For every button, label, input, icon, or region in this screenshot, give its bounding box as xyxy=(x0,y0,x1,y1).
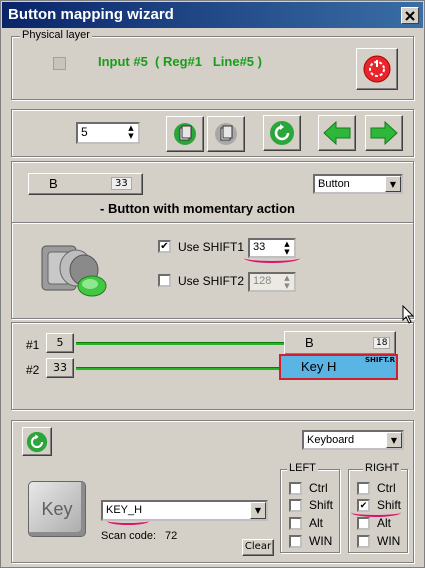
clear-button-label: Clear xyxy=(244,541,272,552)
annotation-mark xyxy=(351,508,401,517)
refresh-icon xyxy=(26,431,48,452)
shift2-value: 128 xyxy=(253,275,272,287)
button-config-panel: B 33 Button ▼ - Button with momentary ac… xyxy=(11,161,414,319)
shift1-checkbox[interactable]: ✔ xyxy=(158,240,171,253)
row2-number: #2 xyxy=(26,363,40,377)
arrow-left-icon xyxy=(323,120,351,146)
emergency-stop-button[interactable] xyxy=(356,48,398,90)
right-alt-checkbox[interactable] xyxy=(357,517,370,530)
power-icon xyxy=(363,55,391,83)
right-modifiers-group: RIGHT Ctrl ✔ Shift Alt WIN xyxy=(348,462,408,553)
keyboard-panel: Keyboard ▼ Key KEY_H ▼ Scan code: 72 Cle… xyxy=(11,420,414,563)
input-status-text: Input #5 ( Reg#1 Line#5 ) xyxy=(98,54,262,69)
shift2-label: Use SHIFT2 xyxy=(178,274,245,288)
row2-target-button[interactable]: Key H SHIFT.R xyxy=(279,354,398,380)
input-mode-dropdown[interactable]: ▼ xyxy=(386,432,402,448)
right-win-checkbox[interactable] xyxy=(357,535,370,548)
previous-button[interactable] xyxy=(318,115,356,151)
row1-target-label: B xyxy=(305,335,314,350)
close-icon xyxy=(405,10,415,21)
wizard-window: Button mapping wizard Physical layer Inp… xyxy=(0,0,425,568)
button-name: B xyxy=(49,176,58,191)
left-ctrl-checkbox[interactable] xyxy=(289,482,302,495)
physical-layer-group: Physical layer Input #5 ( Reg#1 Line#5 ) xyxy=(11,29,414,100)
right-win-label: WIN xyxy=(377,534,401,548)
paste-button[interactable] xyxy=(166,116,204,152)
row1-number: #1 xyxy=(26,338,40,352)
copy-icon xyxy=(215,123,237,145)
annotation-mark xyxy=(244,253,300,263)
next-button[interactable] xyxy=(365,115,403,151)
shift1-value: 33 xyxy=(253,241,266,253)
refresh-button[interactable] xyxy=(263,115,301,151)
right-modifiers-label: RIGHT xyxy=(363,462,402,474)
dropdown-icon: ▼ xyxy=(389,179,397,189)
row1-target-code: 18 xyxy=(373,337,391,349)
right-ctrl-label: Ctrl xyxy=(377,481,396,495)
left-alt-label: Alt xyxy=(309,516,324,530)
row2-target-tag: SHIFT.R xyxy=(364,356,395,364)
left-alt-checkbox[interactable] xyxy=(289,517,302,530)
window-title: Button mapping wizard xyxy=(8,6,174,23)
button-selector[interactable]: B 33 xyxy=(28,173,143,195)
clear-button[interactable]: Clear xyxy=(242,539,274,556)
divider xyxy=(12,222,413,224)
toolbar-panel: 5 ▲ ▼ xyxy=(11,109,414,157)
mouse-cursor-icon xyxy=(402,305,415,324)
copy-button[interactable] xyxy=(207,116,245,152)
row1-value: 5 xyxy=(56,336,64,349)
shift2-spinner[interactable]: 128 ▲ ▼ xyxy=(248,272,296,292)
dropdown-icon: ▼ xyxy=(254,506,262,515)
left-shift-label: Shift xyxy=(309,498,334,512)
shift2-arrows[interactable]: ▲ ▼ xyxy=(282,274,292,290)
row2-target-label: Key H xyxy=(301,359,337,374)
input-mode-select[interactable]: Keyboard ▼ xyxy=(302,430,404,450)
input-mode-value: Keyboard xyxy=(307,434,355,446)
shift2-checkbox[interactable] xyxy=(158,274,171,287)
refresh-icon xyxy=(270,121,294,145)
row2-value-button[interactable]: 33 xyxy=(46,358,74,378)
shift1-label: Use SHIFT1 xyxy=(178,240,245,254)
arrow-right-icon xyxy=(370,120,398,146)
scan-code-label: Scan code: xyxy=(101,530,157,542)
index-spinner[interactable]: 5 ▲ ▼ xyxy=(76,122,140,144)
check-icon: ✔ xyxy=(160,241,169,252)
row2-link-line xyxy=(76,367,280,370)
left-modifiers-group: LEFT Ctrl Shift Alt WIN xyxy=(280,462,340,553)
left-ctrl-label: Ctrl xyxy=(309,481,328,495)
dropdown-icon: ▼ xyxy=(390,435,398,445)
row1-link-line xyxy=(76,342,286,345)
left-win-checkbox[interactable] xyxy=(289,535,302,548)
left-win-label: WIN xyxy=(309,534,333,548)
close-button[interactable] xyxy=(401,7,419,24)
input-led-icon xyxy=(53,57,66,70)
title-bar[interactable]: Button mapping wizard xyxy=(2,2,423,28)
pushbutton-icon xyxy=(41,245,107,297)
row2-value: 33 xyxy=(53,361,67,374)
button-type-value: Button xyxy=(318,178,350,190)
button-description: - Button with momentary action xyxy=(100,201,295,216)
spinner-arrows[interactable]: ▲ ▼ xyxy=(126,124,136,142)
mapping-panel: #1 5 B 18 #2 33 Key H SHIFT.R xyxy=(11,322,414,410)
button-code-badge: 33 xyxy=(111,177,132,190)
row1-target-button[interactable]: B 18 xyxy=(284,331,396,355)
physical-layer-label: Physical layer xyxy=(20,29,92,41)
key-icon: Key xyxy=(28,481,86,537)
keyboard-refresh-button[interactable] xyxy=(22,427,52,456)
row1-value-button[interactable]: 5 xyxy=(46,333,74,353)
key-icon-label: Key xyxy=(41,498,73,519)
key-dropdown[interactable]: ▼ xyxy=(250,502,266,519)
annotation-mark xyxy=(107,517,149,525)
right-ctrl-checkbox[interactable] xyxy=(357,482,370,495)
index-value: 5 xyxy=(81,125,88,139)
button-type-select[interactable]: Button ▼ xyxy=(313,174,403,194)
button-type-dropdown[interactable]: ▼ xyxy=(385,176,401,192)
left-shift-checkbox[interactable] xyxy=(289,499,302,512)
scan-code-value: 72 xyxy=(165,530,178,542)
paste-icon xyxy=(174,123,196,145)
left-modifiers-label: LEFT xyxy=(287,462,318,474)
right-alt-label: Alt xyxy=(377,516,392,530)
key-value: KEY_H xyxy=(106,504,143,516)
